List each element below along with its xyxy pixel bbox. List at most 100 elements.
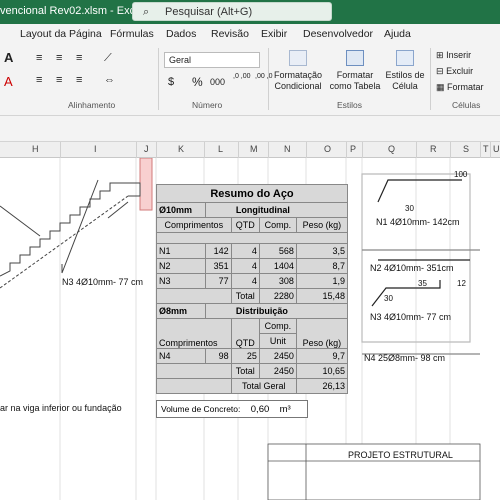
dim-30a: 30: [405, 204, 414, 213]
tab-formulas[interactable]: Fórmulas: [110, 28, 154, 40]
tab-page-layout[interactable]: Layout da Página: [20, 28, 102, 40]
search-placeholder: Pesquisar (Alt+G): [165, 6, 253, 18]
cell[interactable]: N2: [156, 258, 206, 274]
format-icon: ▦: [436, 82, 445, 92]
thousands-button[interactable]: 000: [210, 77, 225, 87]
cell[interactable]: Comprimentos: [156, 318, 232, 349]
cell[interactable]: 2450: [258, 348, 297, 364]
cell[interactable]: Unit: [258, 333, 297, 349]
cell[interactable]: Ø10mm: [156, 202, 206, 218]
cell[interactable]: [156, 363, 232, 379]
cell[interactable]: 98: [204, 348, 232, 364]
cell[interactable]: 308: [258, 273, 297, 289]
col-header[interactable]: I: [94, 144, 97, 154]
col-header[interactable]: T: [483, 144, 489, 154]
col-header[interactable]: M: [250, 144, 258, 154]
col-header[interactable]: Q: [388, 144, 395, 154]
cell[interactable]: Comp.: [258, 318, 297, 334]
cell[interactable]: Total Geral: [230, 378, 297, 394]
cell[interactable]: 3,5: [295, 243, 349, 259]
table-title[interactable]: Resumo do Aço: [156, 184, 348, 203]
col-header[interactable]: R: [430, 144, 437, 154]
col-header[interactable]: L: [218, 144, 223, 154]
cell[interactable]: N1: [156, 243, 206, 259]
cell[interactable]: [156, 288, 232, 304]
delete-button[interactable]: ⊟ Excluir: [436, 66, 473, 77]
cell[interactable]: [156, 378, 232, 394]
search-box[interactable]: ⌕ Pesquisar (Alt+G): [132, 2, 332, 21]
format-as-table-button[interactable]: Formatar como Tabela: [326, 50, 384, 92]
currency-icon[interactable]: $: [168, 76, 174, 88]
cell[interactable]: 351: [204, 258, 232, 274]
col-header[interactable]: N: [284, 144, 291, 154]
col-header[interactable]: U: [493, 144, 500, 154]
cell[interactable]: 568: [258, 243, 297, 259]
align-right-icon[interactable]: ≡: [76, 74, 82, 86]
cell[interactable]: Peso (kg): [295, 217, 349, 233]
font-size-a-icon[interactable]: A: [4, 50, 13, 65]
cell[interactable]: QTD: [230, 217, 260, 233]
cell[interactable]: N4: [156, 348, 206, 364]
align-middle-icon[interactable]: ≡: [56, 52, 62, 64]
cell[interactable]: Longitudinal: [204, 202, 349, 218]
align-left-icon[interactable]: ≡: [36, 74, 42, 86]
group-styles-label: Estilos: [337, 100, 363, 110]
col-header[interactable]: K: [178, 144, 184, 154]
cell[interactable]: Total: [230, 363, 260, 379]
tab-help[interactable]: Ajuda: [384, 28, 411, 40]
cell[interactable]: 15,48: [295, 288, 349, 304]
concrete-volume-box[interactable]: Volume de Concreto: 0,60 m³: [156, 400, 308, 418]
cell[interactable]: N3: [156, 273, 206, 289]
cell[interactable]: 25: [230, 348, 260, 364]
cell[interactable]: 77: [204, 273, 232, 289]
cell[interactable]: 1,9: [295, 273, 349, 289]
cell[interactable]: Peso (kg): [295, 318, 349, 349]
conditional-format-button[interactable]: Formatação Condicional: [272, 50, 324, 92]
tab-data[interactable]: Dados: [166, 28, 196, 40]
col-header[interactable]: O: [324, 144, 331, 154]
cell[interactable]: 26,13: [295, 378, 349, 394]
cell[interactable]: Ø8mm: [156, 303, 206, 319]
cell[interactable]: 4: [230, 243, 260, 259]
increase-decimal-button[interactable]: ,0 ,00: [233, 73, 257, 80]
col-header[interactable]: S: [463, 144, 469, 154]
formula-bar-area: [0, 116, 500, 142]
tab-developer[interactable]: Desenvolvedor: [303, 28, 373, 40]
cell[interactable]: 4: [230, 258, 260, 274]
orientation-icon[interactable]: ⟋: [104, 52, 112, 65]
cell[interactable]: Comp.: [258, 217, 297, 233]
cell[interactable]: 10,65: [295, 363, 349, 379]
note-n2: N2 4Ø10mm- 351cm: [370, 263, 454, 273]
cell[interactable]: 142: [204, 243, 232, 259]
col-header[interactable]: P: [350, 144, 356, 154]
merge-icon[interactable]: ⇔: [104, 74, 115, 86]
cell[interactable]: Distribuição: [204, 303, 349, 319]
align-bottom-icon[interactable]: ≡: [76, 52, 82, 64]
cell-styles-button[interactable]: Estilos de Célula: [384, 50, 426, 92]
tab-review[interactable]: Revisão: [211, 28, 249, 40]
cell[interactable]: Total: [230, 288, 260, 304]
align-center-icon[interactable]: ≡: [56, 74, 62, 86]
cell[interactable]: [156, 232, 348, 244]
tab-view[interactable]: Exibir: [261, 28, 287, 40]
cell[interactable]: Comprimentos: [156, 217, 232, 233]
cell[interactable]: 8,7: [295, 258, 349, 274]
number-format-select[interactable]: Geral: [164, 52, 260, 68]
cell[interactable]: 1404: [258, 258, 297, 274]
insert-label: Inserir: [446, 50, 472, 60]
stair-drawing: [0, 179, 141, 289]
cell[interactable]: 2450: [258, 363, 297, 379]
format-button[interactable]: ▦ Formatar: [436, 82, 484, 93]
col-header[interactable]: H: [32, 144, 39, 154]
cell[interactable]: 4: [230, 273, 260, 289]
font-color-icon[interactable]: A: [4, 74, 13, 89]
worksheet-grid[interactable]: N3 4Ø10mm- 77 cm ar na viga inferior ou …: [0, 158, 500, 500]
percent-button[interactable]: %: [192, 75, 203, 89]
cell[interactable]: 9,7: [295, 348, 349, 364]
group-cells-label: Células: [452, 100, 481, 110]
cell[interactable]: QTD: [230, 318, 260, 349]
cell[interactable]: 2280: [258, 288, 297, 304]
align-top-icon[interactable]: ≡: [36, 52, 42, 64]
insert-button[interactable]: ⊞ Inserir: [436, 50, 471, 61]
col-header[interactable]: J: [144, 144, 149, 154]
